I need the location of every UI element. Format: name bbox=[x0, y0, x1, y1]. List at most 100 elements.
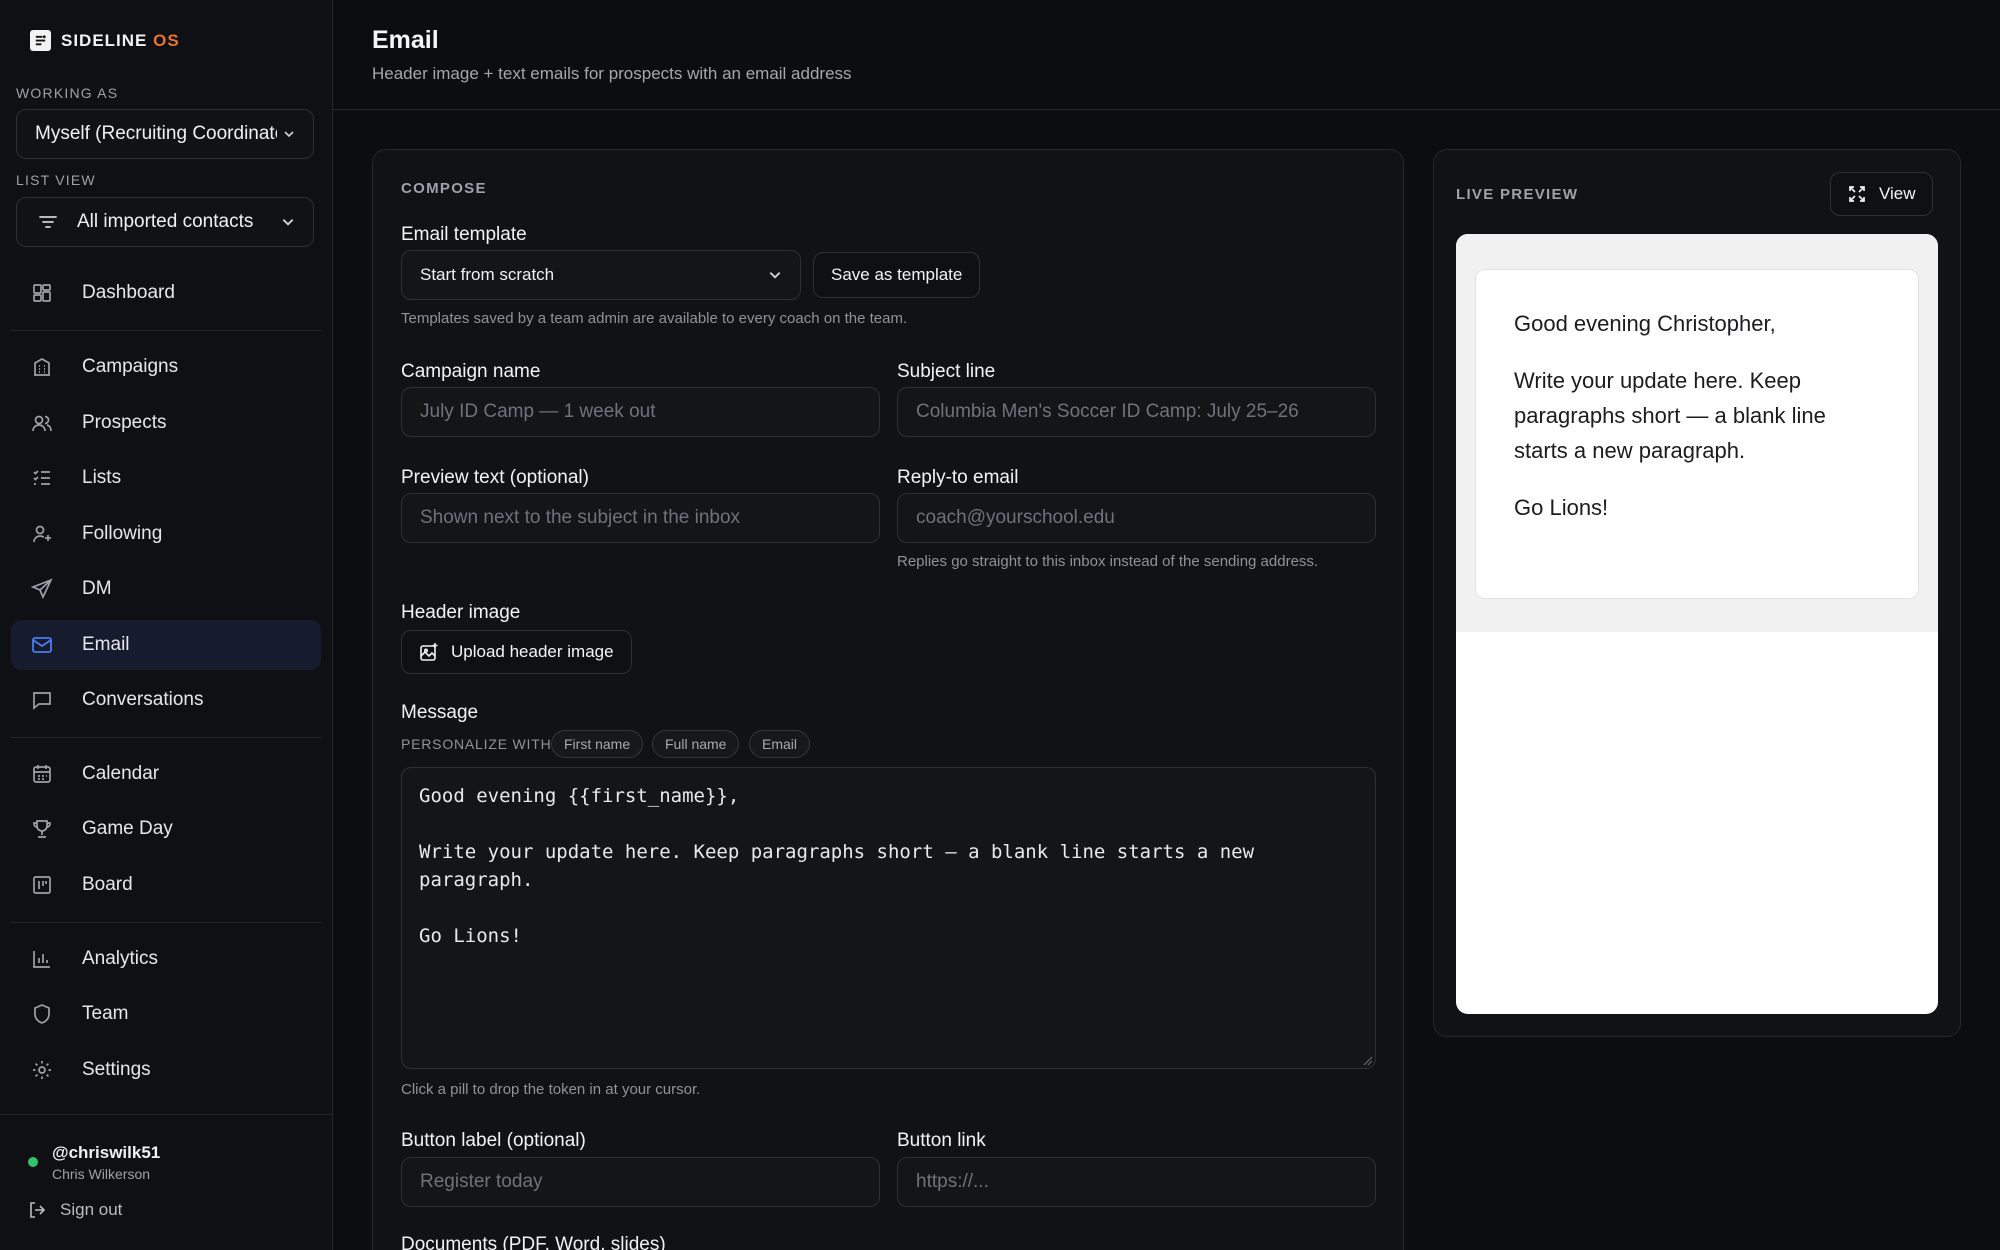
send-icon bbox=[31, 578, 53, 600]
message-textarea[interactable]: Good evening {{first_name}}, Write your … bbox=[401, 767, 1376, 1069]
documents-label: Documents (PDF, Word, slides) bbox=[401, 1234, 666, 1250]
page-subtitle: Header image + text emails for prospects… bbox=[372, 64, 852, 83]
sidebar-item-label: DM bbox=[82, 578, 112, 599]
sidebar-divider bbox=[11, 737, 321, 738]
sidebar-item-label: Lists bbox=[82, 467, 122, 488]
sign-out-button[interactable]: Sign out bbox=[28, 1200, 122, 1220]
page-header: Email Header image + text emails for pro… bbox=[333, 0, 2000, 110]
upload-header-image-button[interactable]: Upload header image bbox=[401, 630, 632, 674]
user-plus-icon bbox=[31, 523, 53, 545]
preview-greeting: Good evening Christopher, bbox=[1514, 311, 1776, 336]
sidebar-item-prospects[interactable]: Prospects bbox=[11, 398, 321, 448]
sidebar-item-label: Campaigns bbox=[82, 356, 179, 377]
button-label-placeholder: Register today bbox=[420, 1171, 543, 1192]
sidebar-item-label: Analytics bbox=[82, 948, 159, 969]
sidebar-item-team[interactable]: Team bbox=[11, 989, 321, 1039]
resize-handle-icon[interactable] bbox=[1363, 1056, 1373, 1066]
pill-full-name[interactable]: Full name bbox=[652, 730, 740, 758]
campaign-name-placeholder: July ID Camp — 1 week out bbox=[420, 401, 656, 422]
subject-line-label: Subject line bbox=[897, 361, 996, 382]
sidebar-item-settings[interactable]: Settings bbox=[11, 1045, 321, 1095]
sidebar-item-label: Settings bbox=[82, 1059, 151, 1080]
working-as-label: WORKING AS bbox=[16, 85, 119, 101]
sidebar-item-game-day[interactable]: Game Day bbox=[11, 804, 321, 854]
sidebar-item-calendar[interactable]: Calendar bbox=[11, 749, 321, 799]
pill-first-name[interactable]: First name bbox=[551, 730, 644, 758]
sidebar-item-email[interactable]: Email bbox=[11, 620, 321, 670]
sidebar-item-label: Following bbox=[82, 523, 163, 544]
calendar-icon bbox=[31, 763, 53, 785]
sign-out-label: Sign out bbox=[60, 1200, 123, 1219]
list-check-icon bbox=[31, 467, 53, 489]
subject-line-input[interactable]: Columbia Men's Soccer ID Camp: July 25–2… bbox=[897, 387, 1376, 437]
dashboard-icon bbox=[31, 282, 53, 304]
view-fullscreen-button[interactable]: View bbox=[1830, 172, 1933, 216]
sidebar-item-dashboard[interactable]: Dashboard bbox=[11, 268, 321, 318]
live-preview-panel: LIVE PREVIEW View Good evening Christoph… bbox=[1433, 149, 1961, 1037]
reply-to-hint: Replies go straight to this inbox instea… bbox=[897, 553, 1319, 570]
preview-text-input[interactable]: Shown next to the subject in the inbox bbox=[401, 493, 880, 543]
sidebar-item-label: Conversations bbox=[82, 689, 204, 710]
sidebar-item-analytics[interactable]: Analytics bbox=[11, 934, 321, 984]
building-icon bbox=[31, 356, 53, 378]
sidebar-item-label: Calendar bbox=[82, 763, 160, 784]
user-name: Chris Wilkerson bbox=[52, 1166, 151, 1182]
gear-icon bbox=[31, 1059, 53, 1081]
email-preview-card: Good evening Christopher, Write your upd… bbox=[1475, 269, 1919, 599]
sidebar-item-dm[interactable]: DM bbox=[11, 564, 321, 614]
template-value: Start from scratch bbox=[420, 265, 555, 284]
sidebar-item-campaigns[interactable]: Campaigns bbox=[11, 342, 321, 392]
sidebar-item-label: Board bbox=[82, 874, 133, 895]
sidebar-item-lists[interactable]: Lists bbox=[11, 453, 321, 503]
preview-signoff: Go Lions! bbox=[1514, 495, 1609, 520]
template-hint: Templates saved by a team admin are avai… bbox=[401, 310, 908, 327]
page-title: Email bbox=[372, 26, 439, 54]
logout-icon bbox=[30, 1202, 46, 1218]
sidebar-item-following[interactable]: Following bbox=[11, 509, 321, 559]
sidebar-item-board[interactable]: Board bbox=[11, 860, 321, 910]
sidebar-item-label: Team bbox=[82, 1003, 129, 1024]
preview-body: Write your update here. Keep paragraphs … bbox=[1514, 368, 1826, 463]
list-view-label: LIST VIEW bbox=[16, 172, 96, 188]
sidebar-item-conversations[interactable]: Conversations bbox=[11, 675, 321, 725]
sidebar-item-label: Email bbox=[82, 634, 130, 655]
reply-to-label: Reply-to email bbox=[897, 467, 1019, 488]
live-preview-label: LIVE PREVIEW bbox=[1456, 186, 1579, 203]
personalize-label: PERSONALIZE WITH bbox=[401, 736, 552, 752]
sidebar-item-label: Prospects bbox=[82, 412, 167, 433]
online-status-dot bbox=[28, 1157, 38, 1167]
users-icon bbox=[31, 412, 53, 434]
brand-logo[interactable]: SIDELINE OS bbox=[30, 30, 180, 51]
reply-to-input[interactable]: coach@yourschool.edu bbox=[897, 493, 1376, 543]
message-hint: Click a pill to drop the token in at you… bbox=[401, 1081, 701, 1098]
chevron-down-icon bbox=[284, 131, 294, 138]
mail-icon bbox=[31, 634, 53, 656]
list-view-select[interactable]: All imported contacts bbox=[16, 197, 314, 247]
compose-panel: COMPOSE Email template Start from scratc… bbox=[372, 149, 1404, 1250]
pill-email[interactable]: Email bbox=[749, 730, 811, 758]
reply-to-placeholder: coach@yourschool.edu bbox=[916, 507, 1115, 528]
button-label-input[interactable]: Register today bbox=[401, 1157, 880, 1207]
bar-chart-icon bbox=[31, 948, 53, 970]
subject-line-placeholder: Columbia Men's Soccer ID Camp: July 25–2… bbox=[916, 401, 1299, 422]
list-view-value: All imported contacts bbox=[77, 211, 254, 232]
expand-icon bbox=[1849, 186, 1865, 202]
view-label: View bbox=[1879, 184, 1916, 203]
button-label-label: Button label (optional) bbox=[401, 1130, 586, 1151]
save-template-button[interactable]: Save as template bbox=[813, 252, 981, 298]
sidebar-divider bbox=[11, 922, 321, 923]
email-preview-frame: Good evening Christopher, Write your upd… bbox=[1456, 234, 1938, 1014]
preview-text-label: Preview text (optional) bbox=[401, 467, 589, 488]
template-select[interactable]: Start from scratch bbox=[401, 250, 801, 300]
image-plus-icon bbox=[420, 643, 438, 661]
chevron-down-icon bbox=[769, 272, 781, 279]
template-label: Email template bbox=[401, 224, 527, 245]
button-link-input[interactable]: https://... bbox=[897, 1157, 1376, 1207]
sidebar-item-label: Game Day bbox=[82, 818, 173, 839]
working-as-select[interactable]: Myself (Recruiting Coordinator) bbox=[16, 109, 314, 159]
sidebar-item-label: Dashboard bbox=[82, 282, 175, 303]
campaign-name-input[interactable]: July ID Camp — 1 week out bbox=[401, 387, 880, 437]
trophy-icon bbox=[31, 818, 53, 840]
logo-icon bbox=[30, 30, 51, 51]
user-profile: @chriswilk51 Chris Wilkerson Sign out bbox=[0, 1114, 333, 1250]
